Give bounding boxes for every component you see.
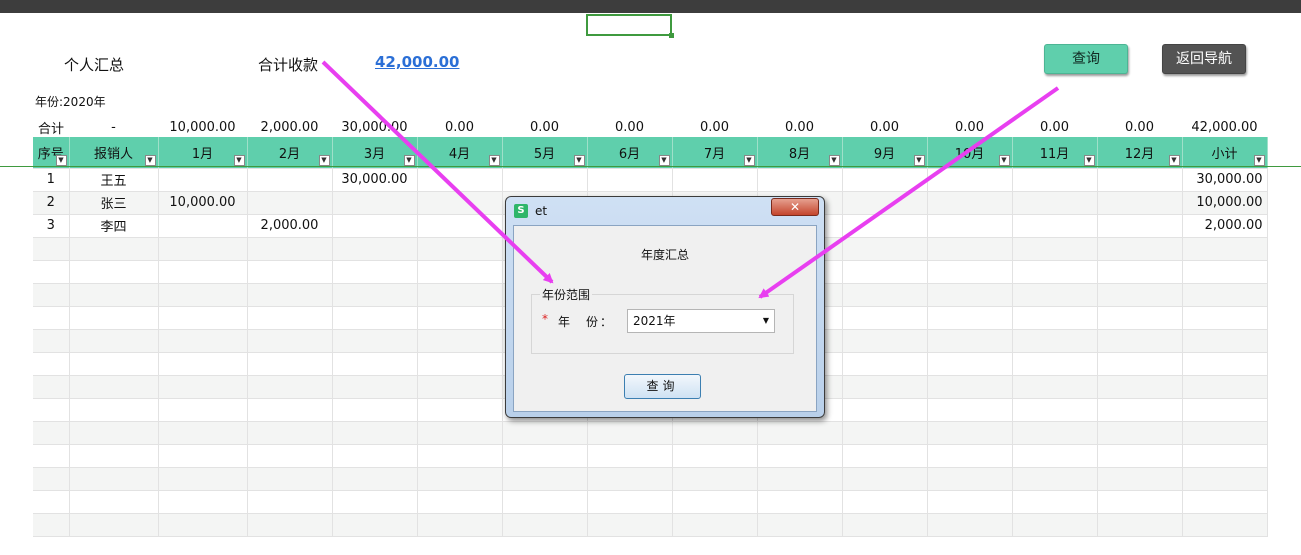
arrow-to-year-select xyxy=(758,86,1060,299)
annotation-arrows xyxy=(321,60,1060,299)
arrow-to-year-range xyxy=(321,60,554,284)
